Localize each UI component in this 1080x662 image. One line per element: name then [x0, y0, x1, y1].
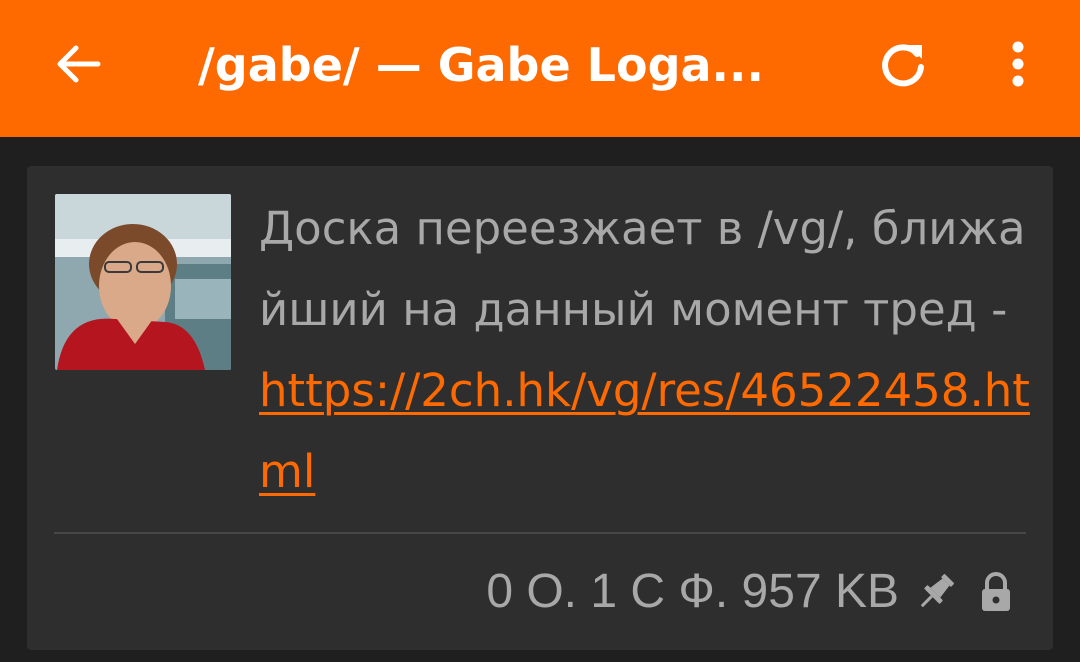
comment-text: Доска переезжает в /vg/, ближайший на да…	[259, 202, 1026, 336]
divider	[54, 532, 1026, 534]
refresh-icon[interactable]	[874, 36, 932, 94]
thread-comment: Доска переезжает в /vg/, ближайший на да…	[259, 188, 1039, 512]
arrow-left-icon[interactable]	[48, 34, 108, 94]
thread-stats: 0 О. 1 С Ф. 957 KB	[486, 565, 899, 618]
thread-footer: 0 О. 1 С Ф. 957 KB	[486, 562, 1019, 622]
more-vert-icon[interactable]	[995, 34, 1041, 94]
app-bar: /gabe/ — Gabe Loga...	[0, 0, 1080, 137]
pin-icon	[913, 569, 959, 615]
thread-link[interactable]: https://2ch.hk/vg/res/46522458.html	[259, 364, 1030, 498]
lock-icon	[973, 569, 1019, 615]
thread-thumbnail[interactable]	[55, 194, 231, 370]
page-title: /gabe/ — Gabe Loga...	[198, 38, 764, 92]
thread-card[interactable]: Доска переезжает в /vg/, ближайший на да…	[27, 166, 1053, 650]
